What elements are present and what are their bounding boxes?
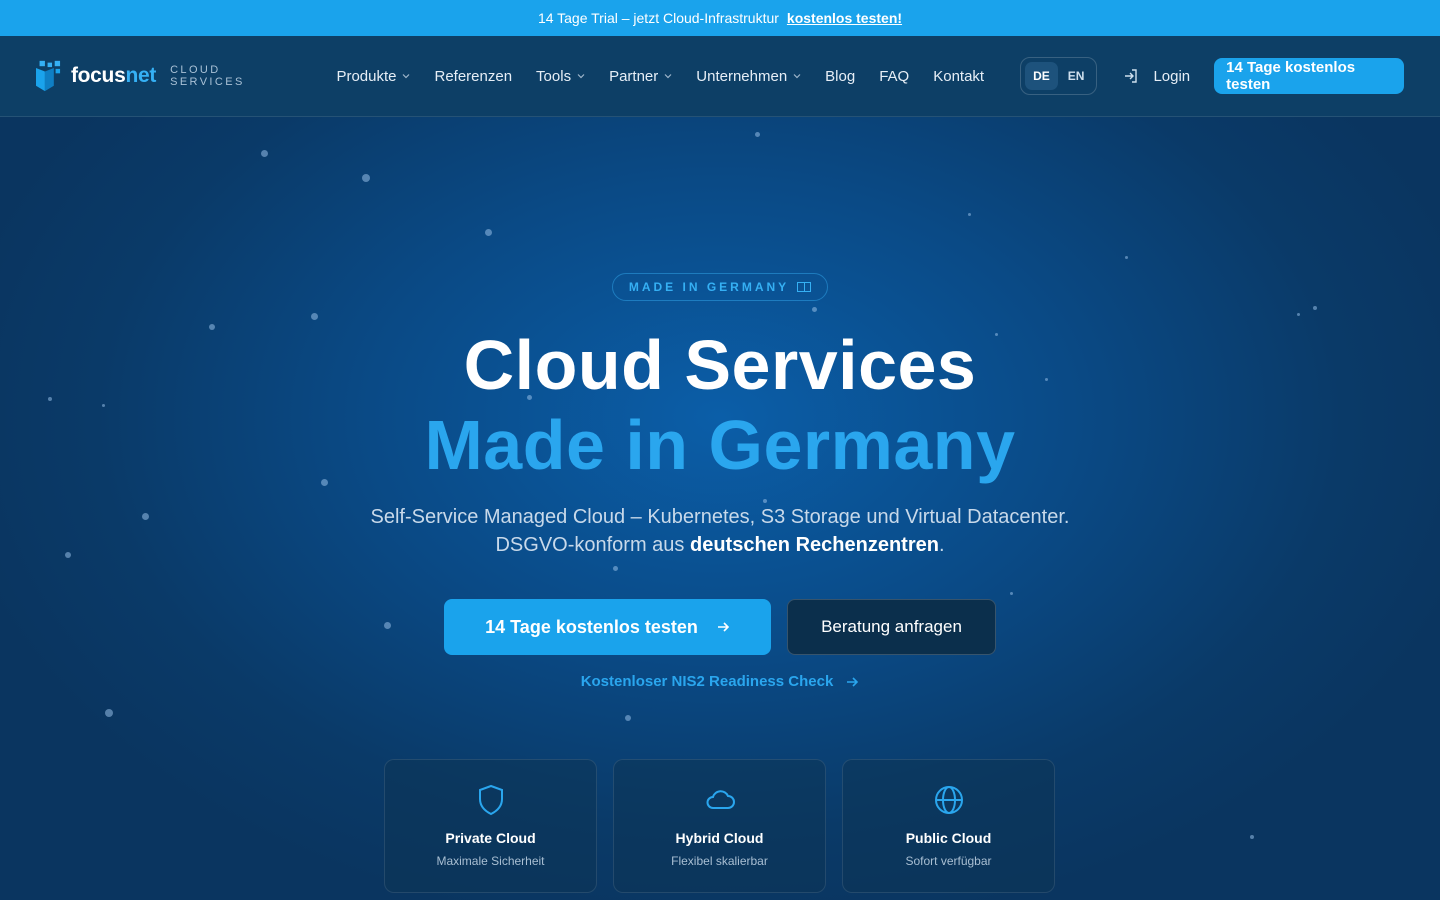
- hero-section: MADE IN GERMANY Cloud Services Made in G…: [0, 117, 1440, 900]
- flag-icon: [797, 282, 812, 292]
- logo-mark-icon: [36, 60, 61, 92]
- nav-item-referenzen[interactable]: Referenzen: [422, 56, 524, 96]
- card-public-cloud[interactable]: Public Cloud Sofort verfügbar: [842, 759, 1055, 893]
- card-hybrid-cloud[interactable]: Hybrid Cloud Flexibel skalierbar: [613, 759, 826, 893]
- chevron-down-icon: [577, 74, 585, 79]
- nav-item-kontakt[interactable]: Kontakt: [921, 56, 996, 96]
- site-header: focusnet CLOUD SERVICES Produkte Referen…: [0, 36, 1440, 117]
- card-title: Private Cloud: [445, 830, 536, 846]
- login-label: Login: [1153, 67, 1191, 85]
- language-switcher: DE EN: [1020, 57, 1098, 95]
- hero-subtitle: Self-Service Managed Cloud – Kubernetes,…: [370, 506, 1070, 556]
- arrow-right-icon: [717, 622, 730, 632]
- cloud-type-cards: Private Cloud Maximale Sicherheit Hybrid…: [384, 759, 1055, 893]
- lang-de-button[interactable]: DE: [1025, 62, 1058, 90]
- globe-icon: [934, 786, 963, 814]
- hero-title-line2: Made in Germany: [424, 406, 1016, 484]
- nav-item-tools[interactable]: Tools: [524, 56, 597, 96]
- chevron-down-icon: [403, 74, 410, 79]
- card-subtitle: Maximale Sicherheit: [436, 854, 545, 868]
- card-title: Hybrid Cloud: [675, 830, 764, 846]
- promo-banner: 14 Tage Trial – jetzt Cloud-Infrastruktu…: [0, 0, 1440, 36]
- card-private-cloud[interactable]: Private Cloud Maximale Sicherheit: [384, 759, 597, 893]
- nis2-check-link[interactable]: Kostenloser NIS2 Readiness Check: [0, 673, 1440, 690]
- card-title: Public Cloud: [905, 830, 992, 846]
- logo-subtitle: CLOUD SERVICES: [170, 64, 245, 88]
- card-subtitle: Sofort verfügbar: [905, 854, 992, 868]
- nav-item-unternehmen[interactable]: Unternehmen: [684, 56, 813, 96]
- hero-title-line1: Cloud Services: [463, 326, 977, 404]
- nav-item-partner[interactable]: Partner: [597, 56, 684, 96]
- login-icon: [1125, 69, 1138, 83]
- header-trial-button[interactable]: 14 Tage kostenlos testen: [1214, 58, 1404, 94]
- lang-en-button[interactable]: EN: [1060, 62, 1093, 90]
- nav-item-produkte[interactable]: Produkte: [324, 56, 422, 96]
- main-nav: Produkte Referenzen Tools Partner Untern…: [324, 56, 996, 96]
- promo-link[interactable]: kostenlos testen!: [787, 10, 902, 26]
- login-link[interactable]: Login: [1123, 68, 1190, 85]
- nav-item-blog[interactable]: Blog: [813, 56, 867, 96]
- consultation-button[interactable]: Beratung anfragen: [787, 599, 996, 655]
- logo-text: focusnet: [70, 64, 157, 87]
- arrow-right-icon: [847, 676, 859, 687]
- made-in-germany-badge: MADE IN GERMANY: [612, 273, 828, 301]
- cloud-icon: [706, 790, 735, 809]
- promo-text: 14 Tage Trial – jetzt Cloud-Infrastruktu…: [537, 10, 779, 26]
- shield-icon: [478, 784, 503, 816]
- trial-button[interactable]: 14 Tage kostenlos testen: [444, 599, 771, 655]
- card-subtitle: Flexibel skalierbar: [671, 854, 768, 868]
- chevron-down-icon: [664, 74, 672, 79]
- nav-item-faq[interactable]: FAQ: [867, 56, 921, 96]
- chevron-down-icon: [793, 74, 801, 79]
- logo[interactable]: focusnet CLOUD SERVICES: [36, 59, 286, 93]
